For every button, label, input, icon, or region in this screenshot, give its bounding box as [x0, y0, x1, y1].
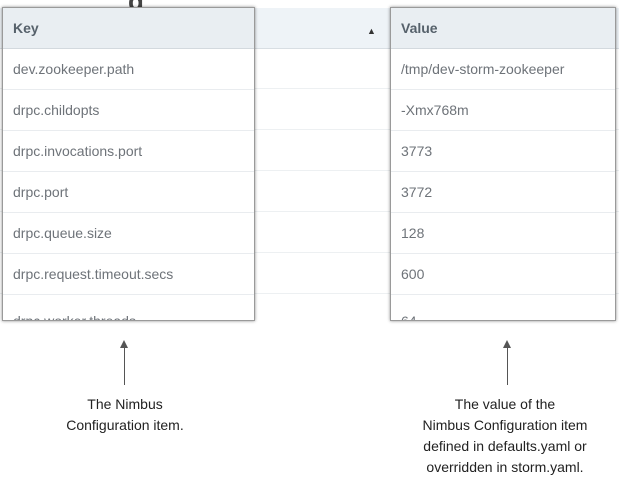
sort-ascending-icon[interactable]: ▲: [367, 26, 376, 36]
value-cell: 600: [391, 254, 615, 295]
key-cell: drpc.port: [3, 172, 254, 213]
value-cell: -Xmx768m: [391, 90, 615, 131]
value-cell: 128: [391, 213, 615, 254]
key-column-panel: Key dev.zookeeper.path drpc.childopts dr…: [2, 7, 255, 321]
callout-line: The value of the: [454, 396, 556, 412]
key-callout: The Nimbus Configuration item.: [34, 394, 216, 436]
callout-line: Nimbus Configuration item: [422, 417, 588, 433]
value-column-header[interactable]: Value: [391, 8, 615, 49]
key-cell: drpc.childopts: [3, 90, 254, 131]
key-cell: drpc.worker.threads: [3, 295, 254, 320]
key-cell: drpc.request.timeout.secs: [3, 254, 254, 295]
value-cell: 3773: [391, 131, 615, 172]
key-cell: drpc.queue.size: [3, 213, 254, 254]
callout-line: Configuration item.: [66, 417, 184, 433]
arrow-line: [124, 347, 125, 385]
arrow-line: [507, 347, 508, 385]
callout-line: defined in defaults.yaml or: [423, 438, 587, 454]
screenshot-area: g ▲ Key dev.zookeeper.path drpc.childopt…: [0, 0, 619, 326]
value-cell: /tmp/dev-storm-zookeeper: [391, 49, 615, 90]
value-cell: 3772: [391, 172, 615, 213]
key-column-header[interactable]: Key: [3, 8, 254, 49]
value-cell: 64: [391, 295, 615, 320]
value-callout: The value of the Nimbus Configuration it…: [394, 394, 616, 478]
value-column-panel: Value /tmp/dev-storm-zookeeper -Xmx768m …: [390, 7, 616, 321]
callout-line: overridden in storm.yaml.: [426, 459, 584, 475]
key-cell: drpc.invocations.port: [3, 131, 254, 172]
callout-line: The Nimbus: [87, 396, 163, 412]
key-cell: dev.zookeeper.path: [3, 49, 254, 90]
